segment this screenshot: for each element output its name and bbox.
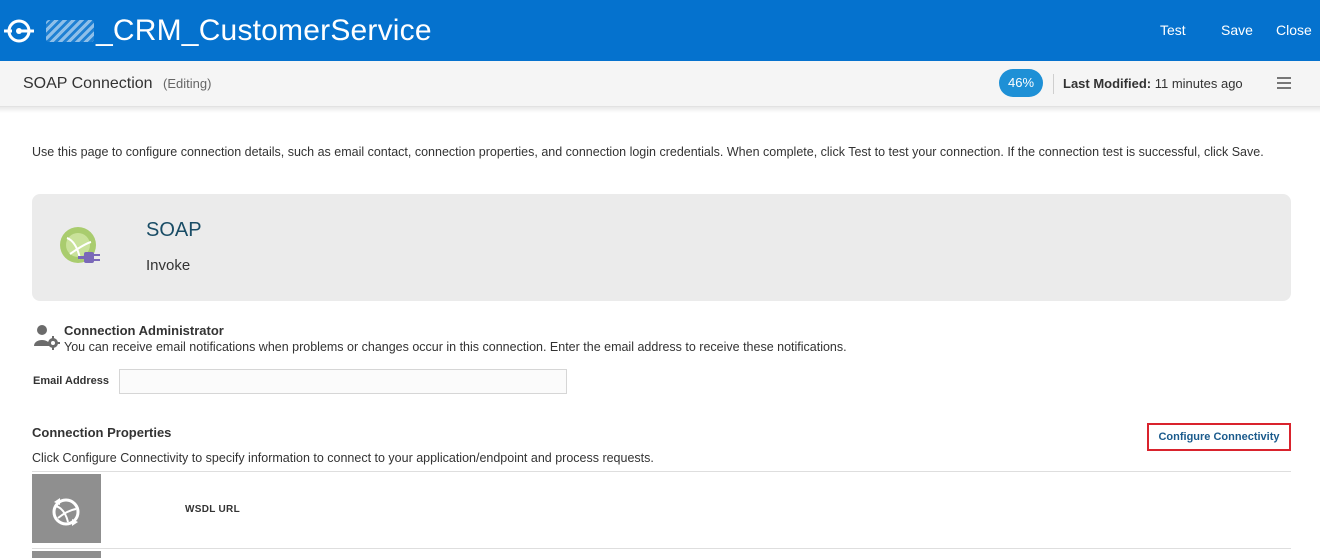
progress-badge: 46% [999,69,1043,97]
header-shadow [0,107,1320,113]
divider [32,471,1291,472]
menu-icon[interactable] [1277,77,1291,90]
page-title: SOAP Connection [23,75,153,92]
app-header: _CRM_CustomerService Test Save Close [0,0,1320,61]
integration-title-text: _CRM_CustomerService [96,14,432,47]
redacted-text [46,20,94,42]
property-label-wsdl-url: WSDL URL [185,504,240,515]
adapter-role: Invoke [146,257,191,274]
connection-admin-description: You can receive email notifications when… [64,340,847,354]
connection-properties-title: Connection Properties [32,425,172,440]
connection-admin-title: Connection Administrator [64,323,224,338]
save-button[interactable]: Save [1221,22,1253,38]
property-tile [32,551,101,558]
close-button[interactable]: Close [1276,22,1312,38]
page-subheader: SOAP Connection (Editing) 46% Last Modif… [0,61,1320,107]
last-modified-label: Last Modified: [1063,76,1152,91]
integration-logo-icon [4,19,34,43]
test-button[interactable]: Test [1160,22,1186,38]
editing-status: (Editing) [163,76,212,91]
integration-title: _CRM_CustomerService [46,14,432,48]
email-address-label: Email Address [33,375,110,387]
adapter-card: SOAP Invoke [32,194,1291,301]
property-tile [32,474,101,543]
intro-text: Use this page to configure connection de… [32,145,1264,159]
last-modified-value: 11 minutes ago [1154,76,1243,91]
soap-adapter-icon [60,227,100,263]
connection-properties-description: Click Configure Connectivity to specify … [32,451,654,465]
email-address-input[interactable] [119,369,567,394]
admin-user-gear-icon [34,325,60,350]
last-modified: Last Modified: 11 minutes ago [1063,76,1243,91]
divider [1053,74,1054,94]
divider [32,548,1291,549]
adapter-name: SOAP [146,219,202,241]
refresh-globe-icon [52,498,80,526]
configure-connectivity-button[interactable]: Configure Connectivity [1147,423,1291,451]
